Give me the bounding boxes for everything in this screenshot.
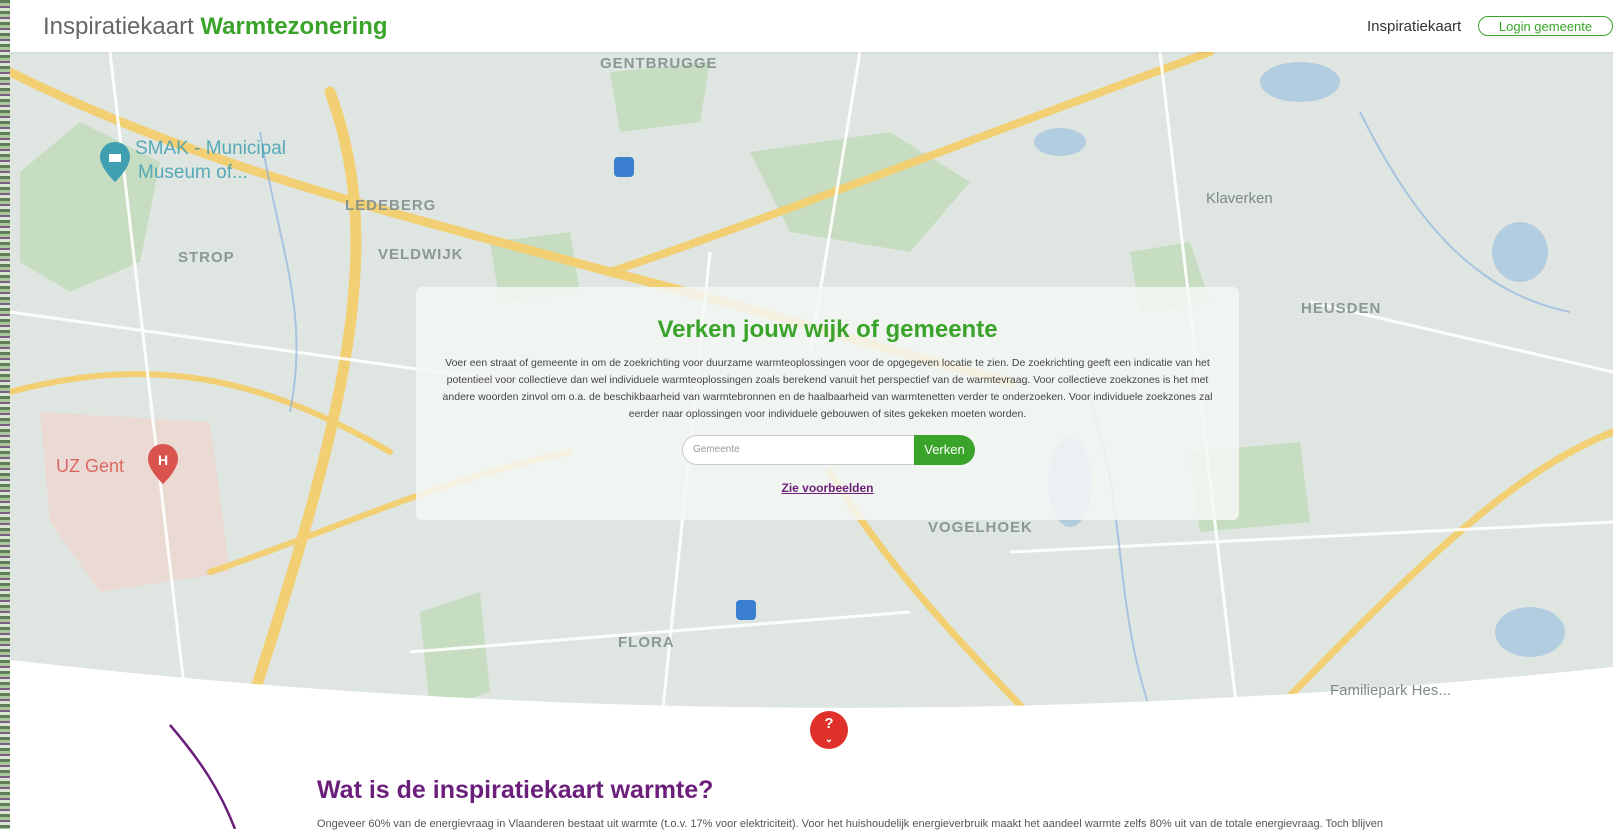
left-decorative-strip (0, 0, 10, 829)
svg-text:H: H (158, 452, 168, 468)
gemeente-search-input[interactable]: Gemeente (682, 435, 914, 465)
map-label-vogelhoek: VOGELHOEK (928, 519, 1033, 536)
brand-logo[interactable]: Inspiratiekaart Warmtezonering (43, 13, 388, 41)
verken-button[interactable]: Verken (914, 435, 975, 465)
map-label-heusden: HEUSDEN (1301, 300, 1382, 317)
decorative-curve-line (169, 724, 237, 829)
museum-pin-icon (100, 142, 130, 182)
transit-stop-icon (736, 600, 756, 620)
panel-title: Verken jouw wijk of gemeente (657, 316, 998, 343)
info-section-text: Ongeveer 60% van de energievraag in Vlaa… (317, 818, 1383, 830)
nav-link-inspiratiekaart[interactable]: Inspiratiekaart (1367, 18, 1461, 35)
login-gemeente-button[interactable]: Login gemeente (1478, 16, 1613, 36)
examples-link[interactable]: Zie voorbeelden (416, 481, 1239, 495)
map-label-klaverken: Klaverken (1206, 190, 1273, 207)
brand-light-text: Inspiratiekaart (43, 13, 194, 40)
chevron-down-icon: ⌄ (824, 734, 834, 745)
question-icon: ? (824, 715, 834, 732)
map-label-smak: SMAK - Municipal (135, 138, 286, 159)
map-label-ledeberg: LEDEBERG (345, 197, 437, 214)
map-label-familiepark: Familiepark Hes... (1330, 682, 1451, 699)
top-header: Inspiratiekaart Warmtezonering Inspirati… (10, 0, 1613, 52)
help-scroll-button[interactable]: ? ⌄ (810, 711, 848, 749)
map-label-veldwijk: VELDWIJK (378, 246, 464, 263)
info-section-title: Wat is de inspiratiekaart warmte? (317, 776, 714, 804)
transit-stop-icon (614, 157, 634, 177)
panel-description: Voer een straat of gemeente in om de zoe… (442, 357, 1213, 420)
map-label-strop: STROP (178, 249, 235, 266)
map-label-uz-gent: UZ Gent (56, 456, 125, 476)
map-label-gentbrugge: GENTBRUGGE (600, 55, 718, 72)
hospital-pin-icon: H (148, 444, 178, 484)
search-panel: Verken jouw wijk of gemeente Voer een st… (416, 287, 1239, 520)
map-label-flora: FLORA (618, 634, 675, 651)
brand-strong-text: Warmtezonering (200, 13, 388, 40)
map-label-smak-line2: Museum of... (138, 162, 248, 183)
